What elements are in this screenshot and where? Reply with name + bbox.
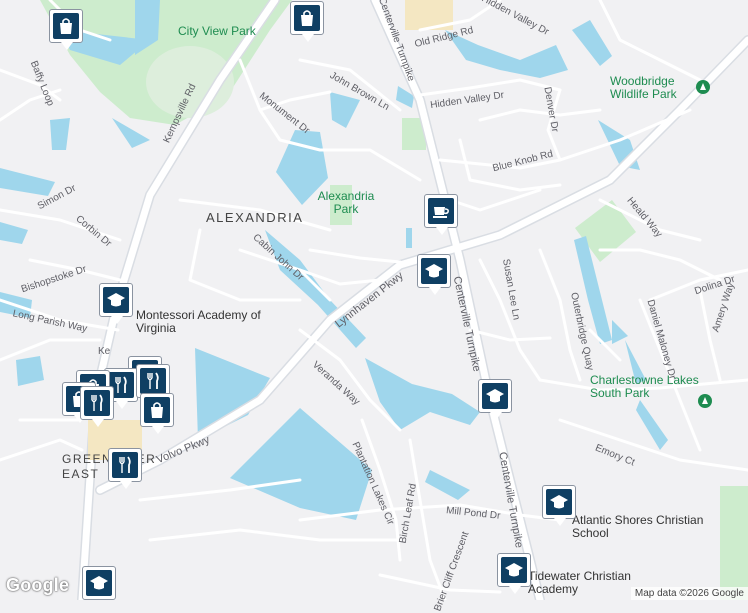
graduation-cap-icon [486,389,504,403]
fork-knife-icon [119,456,131,473]
park-label-alexandria: Alexandria Park [317,189,375,216]
shopping-pin[interactable] [140,393,174,434]
park-label-woodbridge: Woodbridge Wildlife Park [610,74,677,101]
google-logo[interactable]: Google [6,575,69,596]
restaurant-pin[interactable] [108,448,142,489]
park-tree-icon [696,80,710,94]
shopping-bag-icon [60,18,72,34]
shopping-pin[interactable] [290,1,324,42]
graduation-cap-icon [505,563,523,577]
shopping-pin[interactable] [49,9,83,50]
school-pin[interactable] [99,283,133,324]
restaurant-pin[interactable] [80,386,114,427]
school-label-atlantic-shores: Atlantic Shores Christian School [572,513,704,540]
area-label-alexandria: ALEXANDRIA [206,210,304,225]
graduation-cap-icon [90,576,108,590]
coffee-cup-icon [433,207,449,218]
park-label-city-view: City View Park [178,24,256,38]
cafe-pin[interactable] [424,194,458,235]
school-pin[interactable] [82,566,116,600]
graduation-cap-icon [107,293,125,307]
school-pin[interactable] [497,553,531,594]
shopping-bag-icon [151,402,163,418]
map-attribution[interactable]: Map data ©2026 Google [630,587,748,600]
graduation-cap-icon [550,495,568,509]
shopping-bag-icon [301,10,313,26]
school-pin[interactable] [478,379,512,420]
school-label-tidewater: Tidewater Christian Academy [528,569,631,596]
park-label-charlestowne: Charlestowne Lakes South Park [590,373,699,400]
school-pin[interactable] [542,485,576,526]
street-label: Ke [98,346,111,357]
school-pin[interactable] [417,254,451,295]
fork-knife-icon [147,372,159,389]
graduation-cap-icon [425,264,443,278]
school-label-montessori: Montessori Academy of Virginia [136,308,261,335]
fork-knife-icon [115,376,127,393]
park-tree-icon [698,394,712,408]
fork-knife-icon [91,394,103,411]
